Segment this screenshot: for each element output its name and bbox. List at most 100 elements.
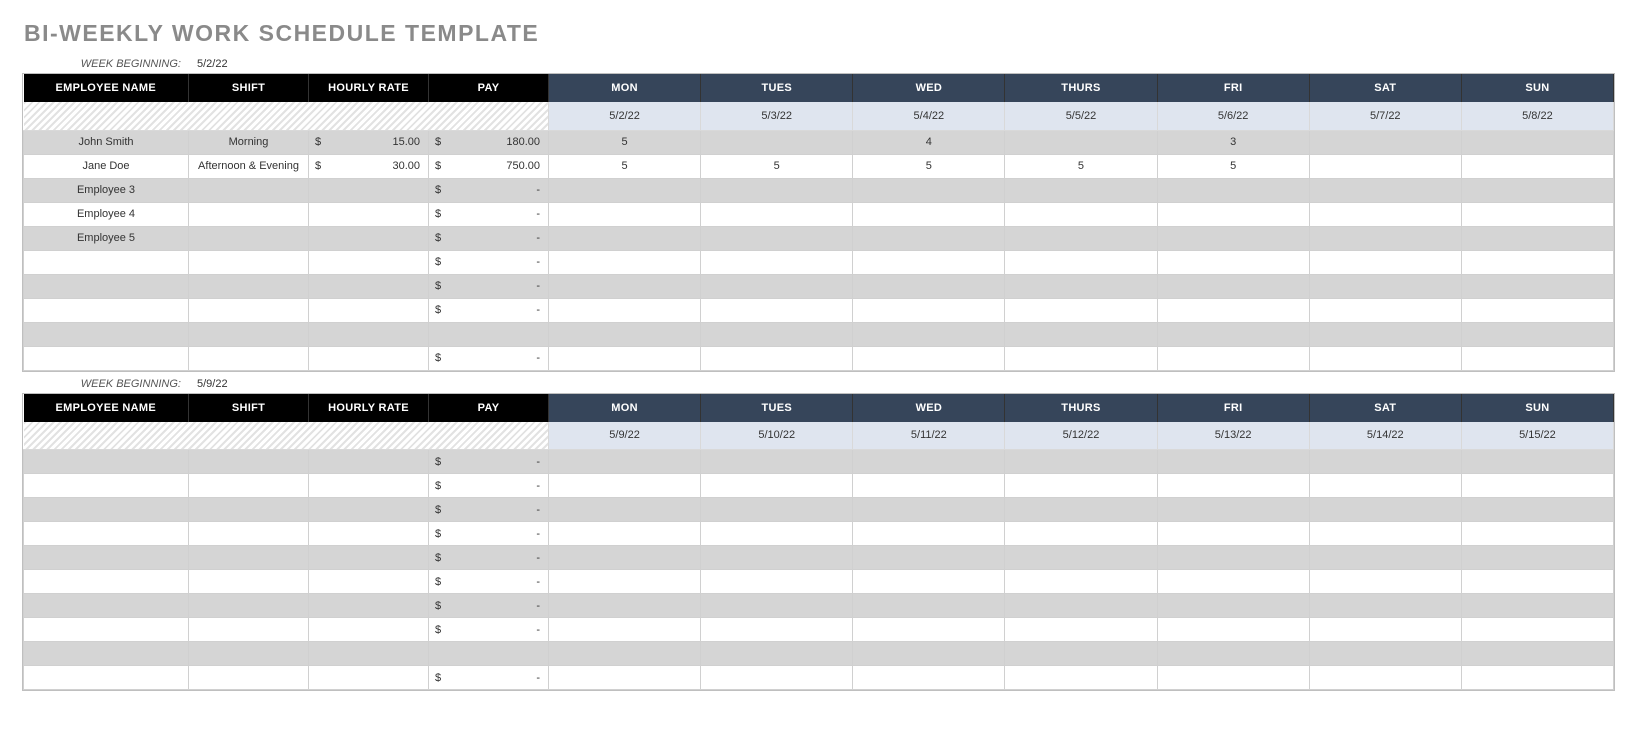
pay-cell[interactable] (429, 642, 549, 666)
hours-cell[interactable] (1005, 202, 1157, 226)
hours-cell[interactable] (1461, 618, 1613, 642)
pay-cell[interactable]: $- (429, 346, 549, 370)
pay-cell[interactable]: $- (429, 546, 549, 570)
employee-name-cell[interactable] (24, 346, 189, 370)
hours-cell[interactable] (1157, 250, 1309, 274)
hours-cell[interactable] (1309, 346, 1461, 370)
hourly-rate-cell[interactable] (309, 522, 429, 546)
hours-cell[interactable]: 3 (1157, 130, 1309, 154)
shift-cell[interactable] (189, 226, 309, 250)
hours-cell[interactable] (1309, 474, 1461, 498)
pay-cell[interactable]: $- (429, 618, 549, 642)
employee-name-cell[interactable]: Employee 3 (24, 178, 189, 202)
hours-cell[interactable] (549, 250, 701, 274)
hours-cell[interactable] (1461, 498, 1613, 522)
pay-cell[interactable]: $- (429, 594, 549, 618)
hours-cell[interactable] (853, 298, 1005, 322)
hours-cell[interactable] (1157, 346, 1309, 370)
hourly-rate-cell[interactable] (309, 202, 429, 226)
hours-cell[interactable] (1005, 298, 1157, 322)
shift-cell[interactable] (189, 202, 309, 226)
hours-cell[interactable] (701, 474, 853, 498)
hours-cell[interactable] (701, 618, 853, 642)
hours-cell[interactable] (1461, 522, 1613, 546)
hours-cell[interactable] (1005, 498, 1157, 522)
hours-cell[interactable] (1157, 546, 1309, 570)
hours-cell[interactable] (701, 498, 853, 522)
employee-name-cell[interactable] (24, 250, 189, 274)
hours-cell[interactable] (701, 298, 853, 322)
hourly-rate-cell[interactable] (309, 498, 429, 522)
employee-name-cell[interactable] (24, 298, 189, 322)
hours-cell[interactable] (549, 322, 701, 346)
pay-cell[interactable]: $- (429, 250, 549, 274)
hours-cell[interactable] (1157, 570, 1309, 594)
hourly-rate-cell[interactable] (309, 474, 429, 498)
hours-cell[interactable] (701, 130, 853, 154)
hours-cell[interactable] (853, 178, 1005, 202)
hours-cell[interactable] (1461, 642, 1613, 666)
date-cell[interactable]: 5/13/22 (1157, 422, 1309, 450)
hours-cell[interactable] (1157, 298, 1309, 322)
pay-cell[interactable]: $- (429, 226, 549, 250)
employee-name-cell[interactable]: Jane Doe (24, 154, 189, 178)
hours-cell[interactable] (1309, 298, 1461, 322)
pay-cell[interactable]: $- (429, 474, 549, 498)
shift-cell[interactable] (189, 346, 309, 370)
hours-cell[interactable] (1005, 570, 1157, 594)
hours-cell[interactable] (1461, 274, 1613, 298)
hours-cell[interactable] (701, 594, 853, 618)
hours-cell[interactable] (1309, 226, 1461, 250)
pay-cell[interactable]: $750.00 (429, 154, 549, 178)
shift-cell[interactable] (189, 666, 309, 690)
hours-cell[interactable] (1157, 666, 1309, 690)
hours-cell[interactable] (1461, 546, 1613, 570)
hours-cell[interactable] (1461, 154, 1613, 178)
hours-cell[interactable] (549, 546, 701, 570)
employee-name-cell[interactable] (24, 522, 189, 546)
date-cell[interactable]: 5/15/22 (1461, 422, 1613, 450)
hours-cell[interactable] (549, 522, 701, 546)
hourly-rate-cell[interactable] (309, 450, 429, 474)
hours-cell[interactable]: 5 (549, 154, 701, 178)
shift-cell[interactable] (189, 522, 309, 546)
hourly-rate-cell[interactable] (309, 274, 429, 298)
date-cell[interactable]: 5/2/22 (549, 102, 701, 130)
hours-cell[interactable] (701, 322, 853, 346)
pay-cell[interactable]: $- (429, 570, 549, 594)
hours-cell[interactable] (701, 202, 853, 226)
pay-cell[interactable]: $- (429, 298, 549, 322)
employee-name-cell[interactable] (24, 322, 189, 346)
shift-cell[interactable] (189, 298, 309, 322)
hours-cell[interactable] (853, 642, 1005, 666)
hours-cell[interactable] (701, 450, 853, 474)
hours-cell[interactable] (853, 250, 1005, 274)
hours-cell[interactable] (549, 226, 701, 250)
hours-cell[interactable] (1309, 322, 1461, 346)
employee-name-cell[interactable]: John Smith (24, 130, 189, 154)
hours-cell[interactable] (1157, 522, 1309, 546)
hourly-rate-cell[interactable] (309, 322, 429, 346)
employee-name-cell[interactable]: Employee 5 (24, 226, 189, 250)
hourly-rate-cell[interactable]: $15.00 (309, 130, 429, 154)
hours-cell[interactable] (1461, 594, 1613, 618)
date-cell[interactable]: 5/12/22 (1005, 422, 1157, 450)
hours-cell[interactable] (1005, 178, 1157, 202)
hours-cell[interactable] (549, 202, 701, 226)
hourly-rate-cell[interactable] (309, 570, 429, 594)
date-cell[interactable]: 5/4/22 (853, 102, 1005, 130)
hourly-rate-cell[interactable] (309, 346, 429, 370)
hours-cell[interactable] (853, 498, 1005, 522)
shift-cell[interactable] (189, 498, 309, 522)
hours-cell[interactable] (1309, 498, 1461, 522)
hours-cell[interactable] (1157, 498, 1309, 522)
hours-cell[interactable] (549, 298, 701, 322)
hourly-rate-cell[interactable] (309, 594, 429, 618)
hours-cell[interactable] (1309, 178, 1461, 202)
hours-cell[interactable] (1461, 178, 1613, 202)
hours-cell[interactable] (1461, 322, 1613, 346)
shift-cell[interactable]: Afternoon & Evening (189, 154, 309, 178)
hours-cell[interactable] (1461, 202, 1613, 226)
employee-name-cell[interactable] (24, 450, 189, 474)
hours-cell[interactable] (549, 666, 701, 690)
